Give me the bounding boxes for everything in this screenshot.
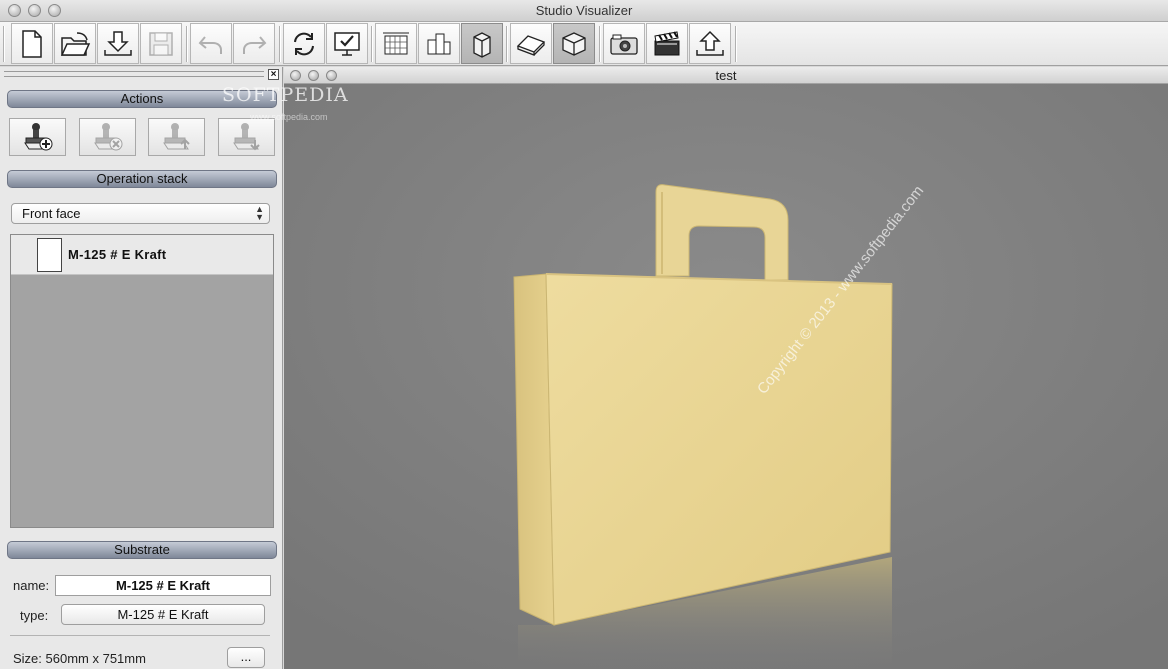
window-title: Studio Visualizer: [535, 3, 633, 18]
face-select-value: Front face: [22, 206, 81, 221]
move-down-operation-button[interactable]: [218, 118, 275, 156]
clapper-icon: [654, 30, 680, 55]
softpedia-watermark: SOFTPEDIA: [222, 84, 349, 106]
animation-button[interactable]: [646, 23, 688, 64]
viewport-title: test: [715, 68, 737, 83]
camera-icon: [610, 34, 638, 55]
validate-icon: [334, 31, 360, 56]
type-label: type:: [20, 608, 49, 623]
new-document-icon: [22, 29, 42, 58]
close-panel-icon[interactable]: ×: [268, 69, 279, 80]
select-arrows-icon: ▲ ▼: [255, 204, 264, 222]
name-label: name:: [13, 578, 50, 593]
export-icon: [696, 30, 724, 56]
import-icon: [104, 30, 132, 56]
more-options-button[interactable]: ...: [227, 647, 265, 668]
open-folder-icon: [60, 31, 91, 56]
operation-stack-header: Operation stack: [7, 170, 277, 188]
main-toolbar: [0, 22, 1168, 66]
toolbar-separator: [279, 26, 281, 62]
3d-view-button[interactable]: [461, 23, 503, 64]
toolbar-separator: [3, 26, 5, 62]
flat-view-button[interactable]: [510, 23, 552, 64]
box-icon: [562, 31, 586, 56]
substrate-type-button[interactable]: M-125 # E Kraft: [61, 604, 265, 625]
new-document-button[interactable]: [11, 23, 53, 64]
viewport-window[interactable]: test Copyright © 2013 - www.softpedia.co…: [284, 67, 1168, 669]
stamp-add-icon: [23, 123, 52, 151]
panel-grip[interactable]: [4, 71, 264, 77]
export-button[interactable]: [689, 23, 731, 64]
layout-view-button[interactable]: [418, 23, 460, 64]
grid-view-icon: [383, 32, 409, 54]
list-item-label: M-125 # E Kraft: [68, 247, 167, 262]
softpedia-url-watermark: www.softpedia.com: [250, 112, 328, 122]
undo-button[interactable]: [190, 23, 232, 64]
operation-stack-list[interactable]: M-125 # E Kraft: [10, 234, 274, 528]
move-up-operation-button[interactable]: [148, 118, 205, 156]
window-title-bar: Studio Visualizer: [0, 0, 1168, 22]
stamp-down-icon: [232, 123, 260, 151]
save-icon: [149, 31, 173, 56]
toolbar-separator: [186, 26, 188, 62]
3d-scene[interactable]: [284, 84, 1168, 669]
layout-view-icon: [427, 33, 451, 54]
stamp-up-icon: [162, 123, 190, 150]
toolbar-separator: [599, 26, 601, 62]
divider: [10, 635, 270, 636]
stamp-remove-icon: [93, 123, 122, 151]
remove-operation-button[interactable]: [79, 118, 136, 156]
refresh-button[interactable]: [283, 23, 325, 64]
toolbar-separator: [735, 26, 737, 62]
substrate-name-field[interactable]: M-125 # E Kraft: [55, 575, 271, 596]
redo-icon: [243, 35, 267, 54]
import-button[interactable]: [97, 23, 139, 64]
viewport-title-bar: test: [284, 67, 1168, 84]
face-select[interactable]: Front face ▲ ▼: [11, 203, 270, 224]
snapshot-button[interactable]: [603, 23, 645, 64]
substrate-thumbnail: [37, 238, 62, 272]
toolbar-separator: [371, 26, 373, 62]
open-button[interactable]: [54, 23, 96, 64]
redo-button[interactable]: [233, 23, 275, 64]
save-button[interactable]: [140, 23, 182, 64]
undo-icon: [198, 35, 222, 54]
3d-view-icon: [473, 31, 491, 58]
toolbar-separator: [506, 26, 508, 62]
list-item[interactable]: M-125 # E Kraft: [11, 235, 273, 275]
flat-box-icon: [516, 34, 546, 56]
validate-button[interactable]: [326, 23, 368, 64]
substrate-header: Substrate: [7, 541, 277, 559]
grid-view-button[interactable]: [375, 23, 417, 64]
size-label: Size: 560mm x 751mm: [13, 651, 146, 666]
refresh-icon: [294, 32, 314, 55]
left-panel: × Actions Operation stack Front face ▲ ▼ …: [0, 67, 283, 669]
add-operation-button[interactable]: [9, 118, 66, 156]
box-view-button[interactable]: [553, 23, 595, 64]
